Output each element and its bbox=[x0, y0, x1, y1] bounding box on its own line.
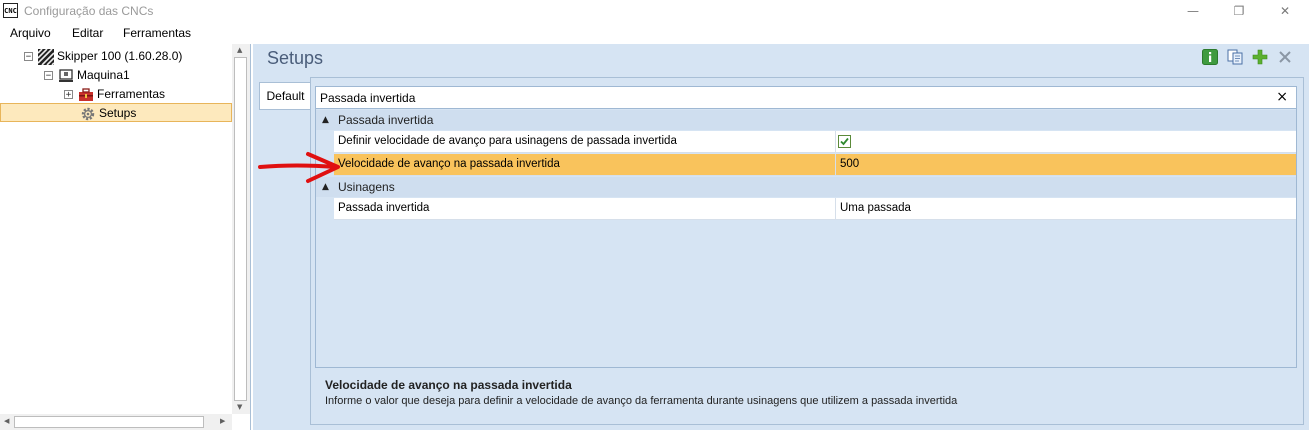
tree-node-label: Ferramentas bbox=[97, 87, 166, 101]
scroll-thumb[interactable] bbox=[14, 416, 204, 428]
scroll-thumb[interactable] bbox=[234, 57, 247, 401]
tree-vertical-scrollbar[interactable]: ▲ ▼ bbox=[232, 44, 250, 414]
property-value[interactable]: Uma passada bbox=[840, 198, 911, 219]
menu-ferramentas[interactable]: Ferramentas bbox=[123, 26, 191, 40]
toolbox-icon bbox=[78, 87, 94, 103]
copy-icon[interactable] bbox=[1227, 49, 1243, 65]
property-row[interactable]: Definir velocidade de avanço para usinag… bbox=[334, 131, 1296, 153]
minimize-icon[interactable]: — bbox=[1170, 0, 1216, 22]
description-text: Informe o valor que deseja para definir … bbox=[325, 395, 958, 407]
tree-node-maquina1[interactable]: − Maquina1 bbox=[44, 66, 130, 84]
add-icon[interactable] bbox=[1252, 49, 1268, 65]
tree-pane: − Skipper 100 (1.60.28.0) − Maquina1 + Ferr… bbox=[0, 44, 251, 430]
scroll-down-icon[interactable]: ▼ bbox=[237, 403, 242, 411]
menu-arquivo[interactable]: Arquivo bbox=[10, 26, 51, 40]
machine-stripes-icon bbox=[37, 48, 55, 66]
search-value: Passada invertida bbox=[320, 91, 416, 105]
column-divider bbox=[835, 198, 836, 219]
property-value[interactable]: 500 bbox=[840, 154, 859, 175]
app-cnc-icon: CNC bbox=[3, 3, 18, 18]
clear-search-icon[interactable]: × bbox=[1276, 89, 1288, 105]
close-icon[interactable]: ✕ bbox=[1262, 0, 1308, 22]
property-row[interactable]: Passada invertida Uma passada bbox=[334, 198, 1296, 220]
property-name: Definir velocidade de avanço para usinag… bbox=[338, 135, 677, 147]
tree-node-label: Setups bbox=[99, 106, 137, 120]
title-bar: CNC Configuração das CNCs — ❐ ✕ bbox=[0, 0, 1309, 22]
tab-default[interactable]: Default bbox=[259, 82, 311, 110]
column-divider bbox=[835, 154, 836, 175]
gear-icon bbox=[80, 106, 96, 122]
category-usinagens[interactable]: ▲ Usinagens bbox=[316, 177, 1296, 197]
property-name: Passada invertida bbox=[338, 202, 430, 214]
delete-icon[interactable] bbox=[1277, 49, 1293, 65]
collapse-icon[interactable]: − bbox=[24, 52, 33, 62]
panel-title: Setups bbox=[267, 48, 324, 68]
menu-editar[interactable]: Editar bbox=[72, 26, 103, 40]
tree-node-label: Maquina1 bbox=[77, 68, 130, 82]
property-row-selected[interactable]: Velocidade de avanço na passada invertid… bbox=[334, 154, 1296, 176]
description-panel: Velocidade de avanço na passada invertid… bbox=[315, 374, 1297, 420]
setups-panel: Setups Default Passada invertida × ▲ Pas… bbox=[253, 44, 1309, 430]
description-title: Velocidade de avanço na passada invertid… bbox=[325, 378, 572, 392]
cnc-machine-icon bbox=[58, 68, 74, 84]
scroll-up-icon[interactable]: ▲ bbox=[237, 46, 242, 54]
tree-node-skipper[interactable]: − Skipper 100 (1.60.28.0) bbox=[24, 47, 183, 66]
collapse-caret-icon[interactable]: ▲ bbox=[322, 110, 329, 130]
setup-content: Passada invertida × ▲ Passada invertida … bbox=[310, 77, 1304, 425]
expand-icon[interactable]: + bbox=[64, 90, 73, 100]
window-title: Configuração das CNCs bbox=[24, 4, 154, 18]
column-divider bbox=[835, 131, 836, 152]
category-label: Passada invertida bbox=[338, 113, 434, 127]
tree-node-setups[interactable]: Setups bbox=[80, 104, 136, 122]
menu-bar: Arquivo Editar Ferramentas bbox=[0, 22, 1309, 44]
info-icon[interactable] bbox=[1202, 49, 1218, 65]
property-search-input[interactable]: Passada invertida × bbox=[316, 87, 1296, 109]
tree-node-label: Skipper 100 (1.60.28.0) bbox=[57, 49, 183, 63]
tree-node-ferramentas[interactable]: + Ferramentas bbox=[64, 85, 165, 103]
category-passada-invertida[interactable]: ▲ Passada invertida bbox=[316, 110, 1296, 130]
tree-horizontal-scrollbar[interactable]: ◀ ▶ bbox=[0, 414, 232, 430]
property-grid: Passada invertida × ▲ Passada invertida … bbox=[315, 86, 1297, 368]
collapse-icon[interactable]: − bbox=[44, 71, 53, 81]
scroll-left-icon[interactable]: ◀ bbox=[4, 417, 9, 425]
category-label: Usinagens bbox=[338, 180, 395, 194]
annotation-arrow-icon bbox=[258, 152, 340, 183]
checkbox-checked-icon[interactable] bbox=[838, 135, 851, 148]
scroll-right-icon[interactable]: ▶ bbox=[220, 417, 225, 425]
property-name: Velocidade de avanço na passada invertid… bbox=[338, 158, 560, 170]
maximize-icon[interactable]: ❐ bbox=[1216, 0, 1262, 22]
